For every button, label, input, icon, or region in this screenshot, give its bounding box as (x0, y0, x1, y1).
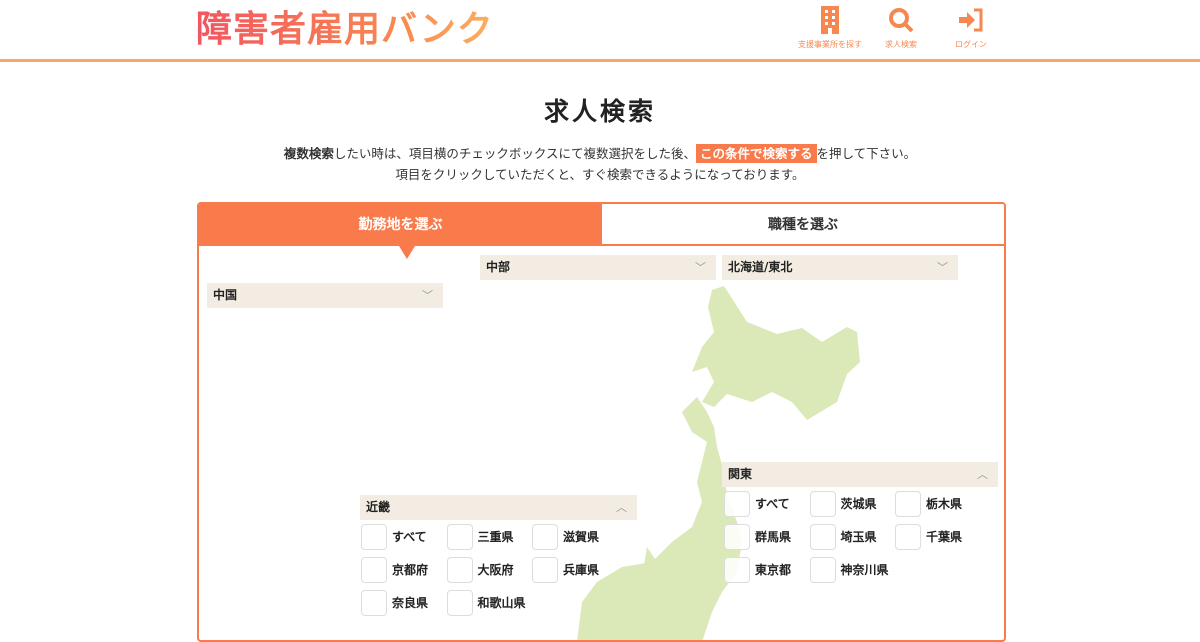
region-label: 北海道/東北 (728, 260, 793, 274)
region-dropdown-kanto[interactable]: 関東 ︿ (722, 462, 998, 487)
prefecture-checkbox[interactable] (446, 524, 473, 550)
prefecture-label[interactable]: 東京都 (755, 557, 791, 583)
prefecture-label[interactable]: すべて (755, 491, 790, 517)
search-icon (889, 8, 914, 33)
prefecture-checkbox[interactable] (809, 557, 836, 583)
prefecture-label[interactable]: 兵庫県 (563, 557, 599, 583)
instructions-line-2: 項目をクリックしていただくと、すぐ検索できるようになっております。 (395, 167, 805, 182)
region-label: 近畿 (366, 500, 391, 514)
prefecture-label[interactable]: 大阪府 (478, 557, 514, 583)
prefecture-label[interactable]: すべて (392, 524, 427, 550)
prefecture-label[interactable]: 神奈川県 (841, 557, 889, 583)
region-dropdown-chubu[interactable]: 中部 ﹀ (480, 255, 716, 280)
desc-text: したい時は、項目横のチェックボックスにて複数選択をした後、 (333, 146, 696, 161)
prefecture-checkbox[interactable] (532, 524, 558, 550)
prefecture-checkbox[interactable] (361, 524, 387, 550)
building-icon (821, 6, 839, 34)
prefecture-label[interactable]: 千葉県 (926, 524, 962, 550)
login-icon (959, 8, 983, 32)
prefecture-label[interactable]: 三重県 (478, 524, 514, 550)
prefecture-label[interactable]: 茨城県 (841, 491, 877, 517)
header: 障害者雇用バンク 支援事業所を探す 求人検索 ログイン (0, 0, 1200, 62)
prefecture-label[interactable]: 栃木県 (926, 491, 962, 517)
prefecture-checkbox[interactable] (809, 491, 836, 517)
prefecture-checkbox[interactable] (446, 590, 473, 616)
prefecture-checkbox[interactable] (895, 524, 921, 550)
prefecture-checkbox[interactable] (532, 557, 558, 583)
prefecture-label[interactable]: 埼玉県 (841, 524, 877, 550)
prefecture-checkbox[interactable] (724, 491, 750, 517)
logo[interactable]: 障害者雇用バンク (196, 8, 494, 52)
prefecture-checkbox[interactable] (361, 557, 387, 583)
page-title: 求人検索 (543, 97, 656, 126)
prefecture-label[interactable]: 群馬県 (755, 524, 791, 550)
prefecture-checkbox[interactable] (724, 557, 750, 583)
prefecture-checkbox[interactable] (446, 557, 473, 583)
chevron-up-icon: ︿ (616, 501, 627, 514)
region-label: 中部 (486, 260, 511, 274)
region-dropdown-tohoku[interactable]: 北海道/東北 ﹀ (722, 255, 958, 280)
region-dropdown-chugoku[interactable]: 中国 ﹀ (207, 283, 443, 308)
desc-bold: 複数検索 (283, 146, 334, 161)
prefecture-label[interactable]: 奈良県 (392, 590, 428, 616)
chevron-up-icon: ︿ (977, 468, 988, 481)
prefecture-label[interactable]: 滋賀県 (563, 524, 599, 550)
prefecture-checkbox[interactable] (724, 524, 750, 550)
prefecture-label[interactable]: 京都府 (392, 557, 428, 583)
desc-text-end: を押して下さい。 (816, 146, 917, 161)
prefecture-checkbox[interactable] (809, 524, 836, 550)
search-panel: 勤務地を選ぶ 職種を選ぶ 中部 ﹀ 北海道/東北 ﹀ 中国 ﹀ 関東 ︿ 近畿 ︿ すべて… (197, 202, 1006, 642)
prefecture-label[interactable]: 和歌山県 (478, 590, 526, 616)
nav-login[interactable]: ログイン (936, 6, 1006, 49)
nav-job-search[interactable]: 求人検索 (866, 6, 936, 49)
chevron-down-icon: ﹀ (695, 261, 706, 274)
region-dropdown-kinki[interactable]: 近畿 ︿ (360, 495, 637, 520)
prefecture-checkbox[interactable] (361, 590, 387, 616)
instructions-line-1: 複数検索したい時は、項目横のチェックボックスにて複数選択をした後、 この条件で検索… (0, 143, 1200, 163)
nav-find-facility[interactable]: 支援事業所を探す (795, 6, 865, 49)
search-condition-highlight: この条件で検索する (696, 144, 817, 163)
prefecture-checkbox[interactable] (895, 491, 921, 517)
chevron-down-icon: ﹀ (937, 261, 948, 274)
region-label: 関東 (728, 467, 753, 481)
region-label: 中国 (213, 288, 238, 302)
chevron-down-icon: ﹀ (422, 289, 433, 302)
